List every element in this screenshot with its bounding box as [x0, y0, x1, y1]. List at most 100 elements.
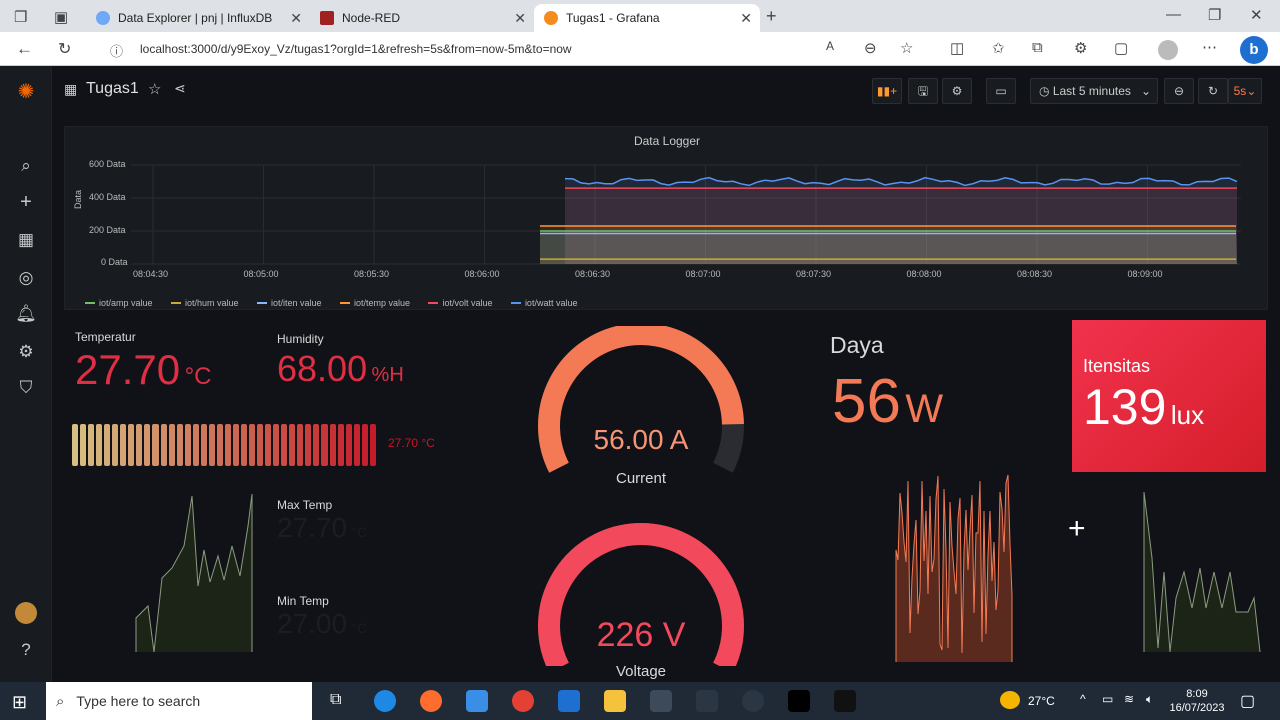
humidity-number: 68.00	[277, 348, 368, 389]
volume-icon[interactable]: 🔈︎	[1146, 692, 1153, 707]
tab-actions-icon[interactable]: ▣	[54, 8, 68, 26]
y-tick: 600 Data	[89, 159, 126, 169]
visual-studio-icon[interactable]	[696, 690, 718, 712]
collections-icon[interactable]: ⧉	[1032, 39, 1043, 56]
read-aloud-icon[interactable]: A	[826, 39, 834, 53]
share-icon[interactable]: ⋖	[174, 80, 186, 97]
network-icon[interactable]: ▭	[1102, 692, 1113, 706]
configuration-gear-icon[interactable]: ⚙	[14, 340, 38, 364]
grafana-sidebar: ✺ ⌕ + ▦ ◎ 🔔︎ ⚙ ⛉ ?	[0, 66, 52, 682]
legend-item[interactable]: iot/watt value	[510, 298, 578, 308]
alerting-bell-icon[interactable]: 🔔︎	[14, 302, 38, 326]
terminal-icon[interactable]	[834, 690, 856, 712]
bar-gauge-cell	[313, 424, 320, 466]
search-placeholder: Type here to search	[76, 693, 201, 709]
back-icon[interactable]: ←	[16, 39, 33, 59]
bar-gauge-cell	[128, 424, 135, 466]
mail-icon[interactable]	[558, 690, 580, 712]
dashboard-settings-button[interactable]: ⚙	[942, 78, 972, 104]
url-field[interactable]: ⓘ localhost:3000/d/y9Exoy_Vz/tugas1?orgI…	[100, 36, 860, 62]
close-window-icon[interactable]: ✕	[1250, 6, 1263, 24]
notifications-icon[interactable]: ▢	[1240, 691, 1255, 711]
browser-essentials-icon[interactable]: ▢	[1114, 39, 1128, 57]
legend-item[interactable]: iot/amp value	[85, 298, 153, 308]
app-icon[interactable]	[742, 690, 764, 712]
bar-gauge-cell	[120, 424, 127, 466]
grafana-logo-icon[interactable]: ✺	[14, 80, 38, 104]
bar-gauge-cell	[136, 424, 143, 466]
reload-icon[interactable]: ↻	[58, 39, 71, 59]
temperature-history-sparkline	[135, 493, 253, 653]
task-view-icon[interactable]: ⧉	[330, 691, 341, 709]
temperatur-label: Temperatur	[75, 330, 136, 344]
search-icon[interactable]: ⌕	[14, 154, 38, 178]
firefox-icon[interactable]	[420, 690, 442, 712]
save-dashboard-button[interactable]: 🖫︎	[908, 78, 938, 104]
itensitas-unit: lux	[1170, 400, 1205, 430]
minimize-icon[interactable]: —	[1166, 6, 1181, 23]
taskbar-search-box[interactable]: ⌕ Type here to search	[46, 682, 312, 720]
app-icon[interactable]	[650, 690, 672, 712]
explore-icon[interactable]: ◎	[14, 266, 38, 290]
dashboard-title[interactable]: Tugas1	[86, 80, 139, 98]
humidity-label: Humidity	[277, 332, 324, 346]
bar-gauge-cell	[144, 424, 151, 466]
legend-label: iot/hum value	[184, 298, 239, 308]
help-icon[interactable]: ?	[14, 638, 38, 662]
bar-gauge-cell	[281, 424, 288, 466]
weather-temp[interactable]: 27°C	[1028, 694, 1055, 708]
refresh-interval-picker[interactable]: 5s⌄	[1228, 78, 1262, 104]
cycle-view-mode-button[interactable]: ▭	[986, 78, 1016, 104]
daya-number: 56	[832, 367, 901, 436]
create-icon[interactable]: +	[14, 190, 38, 214]
y-tick: 200 Data	[89, 225, 126, 235]
weather-icon[interactable]	[1000, 691, 1020, 709]
legend-item[interactable]: iot/iten value	[256, 298, 322, 308]
workspaces-icon[interactable]: ❐	[14, 8, 27, 26]
add-panel-button[interactable]: ▮▮+	[872, 78, 902, 104]
tab-grafana[interactable]: Tugas1 - Grafana ✕	[534, 4, 760, 32]
chevron-down-icon: ⌄	[1246, 84, 1257, 98]
tab-node-red[interactable]: Node-RED ✕	[310, 4, 534, 32]
show-hidden-icons-icon[interactable]: ^	[1080, 692, 1086, 706]
zoom-out-button[interactable]: ⊖	[1164, 78, 1194, 104]
windows-start-icon[interactable]: ⊞	[12, 692, 27, 713]
maximize-icon[interactable]: ❐	[1208, 6, 1221, 24]
bar-gauge-cell	[265, 424, 272, 466]
chrome-icon[interactable]	[512, 690, 534, 712]
bar-gauge-cell	[337, 424, 344, 466]
new-tab-icon[interactable]: +	[766, 6, 777, 27]
split-screen-icon[interactable]: ◫	[950, 39, 964, 57]
refresh-button[interactable]: ↻	[1198, 78, 1228, 104]
extensions-icon[interactable]: ⚙	[1074, 39, 1087, 57]
star-icon[interactable]: ☆	[148, 80, 161, 98]
close-tab-icon[interactable]: ✕	[740, 10, 752, 27]
favorites-icon[interactable]: ✩	[992, 39, 1005, 57]
more-icon[interactable]: ⋯	[1202, 38, 1217, 56]
itensitas-panel[interactable]: Itensitas 139 lux	[1072, 320, 1266, 472]
file-explorer-icon[interactable]	[604, 690, 626, 712]
dashboards-icon[interactable]: ▦	[14, 228, 38, 252]
bar-gauge-cell	[273, 424, 280, 466]
close-tab-icon[interactable]: ✕	[290, 10, 302, 27]
tab-influxdb[interactable]: Data Explorer | pnj | InfluxDB ✕	[86, 4, 310, 32]
app-icon[interactable]	[788, 690, 810, 712]
close-tab-icon[interactable]: ✕	[514, 10, 526, 27]
time-picker[interactable]: ◷ Last 5 minutes ⌄	[1030, 78, 1158, 104]
user-avatar[interactable]	[15, 602, 37, 624]
legend-item[interactable]: iot/volt value	[428, 298, 492, 308]
server-admin-shield-icon[interactable]: ⛉	[14, 376, 38, 400]
legend-item[interactable]: iot/hum value	[170, 298, 239, 308]
bing-icon[interactable]: b	[1240, 36, 1268, 64]
legend-item[interactable]: iot/temp value	[339, 298, 410, 308]
microsoft-store-icon[interactable]	[466, 690, 488, 712]
clock[interactable]: 8:09 16/07/2023	[1166, 687, 1228, 715]
profile-avatar[interactable]	[1158, 40, 1178, 60]
data-logger-panel[interactable]: Data Logger Data 600 Data 400 Data 200 D…	[64, 126, 1268, 310]
bar-gauge-cell	[176, 424, 183, 466]
zoom-icon[interactable]: ⊖	[864, 39, 877, 57]
favorite-star-icon[interactable]: ☆	[900, 39, 913, 57]
legend-label: iot/watt value	[524, 298, 578, 308]
wifi-icon[interactable]: ≋	[1124, 692, 1134, 706]
edge-icon[interactable]	[374, 690, 396, 712]
